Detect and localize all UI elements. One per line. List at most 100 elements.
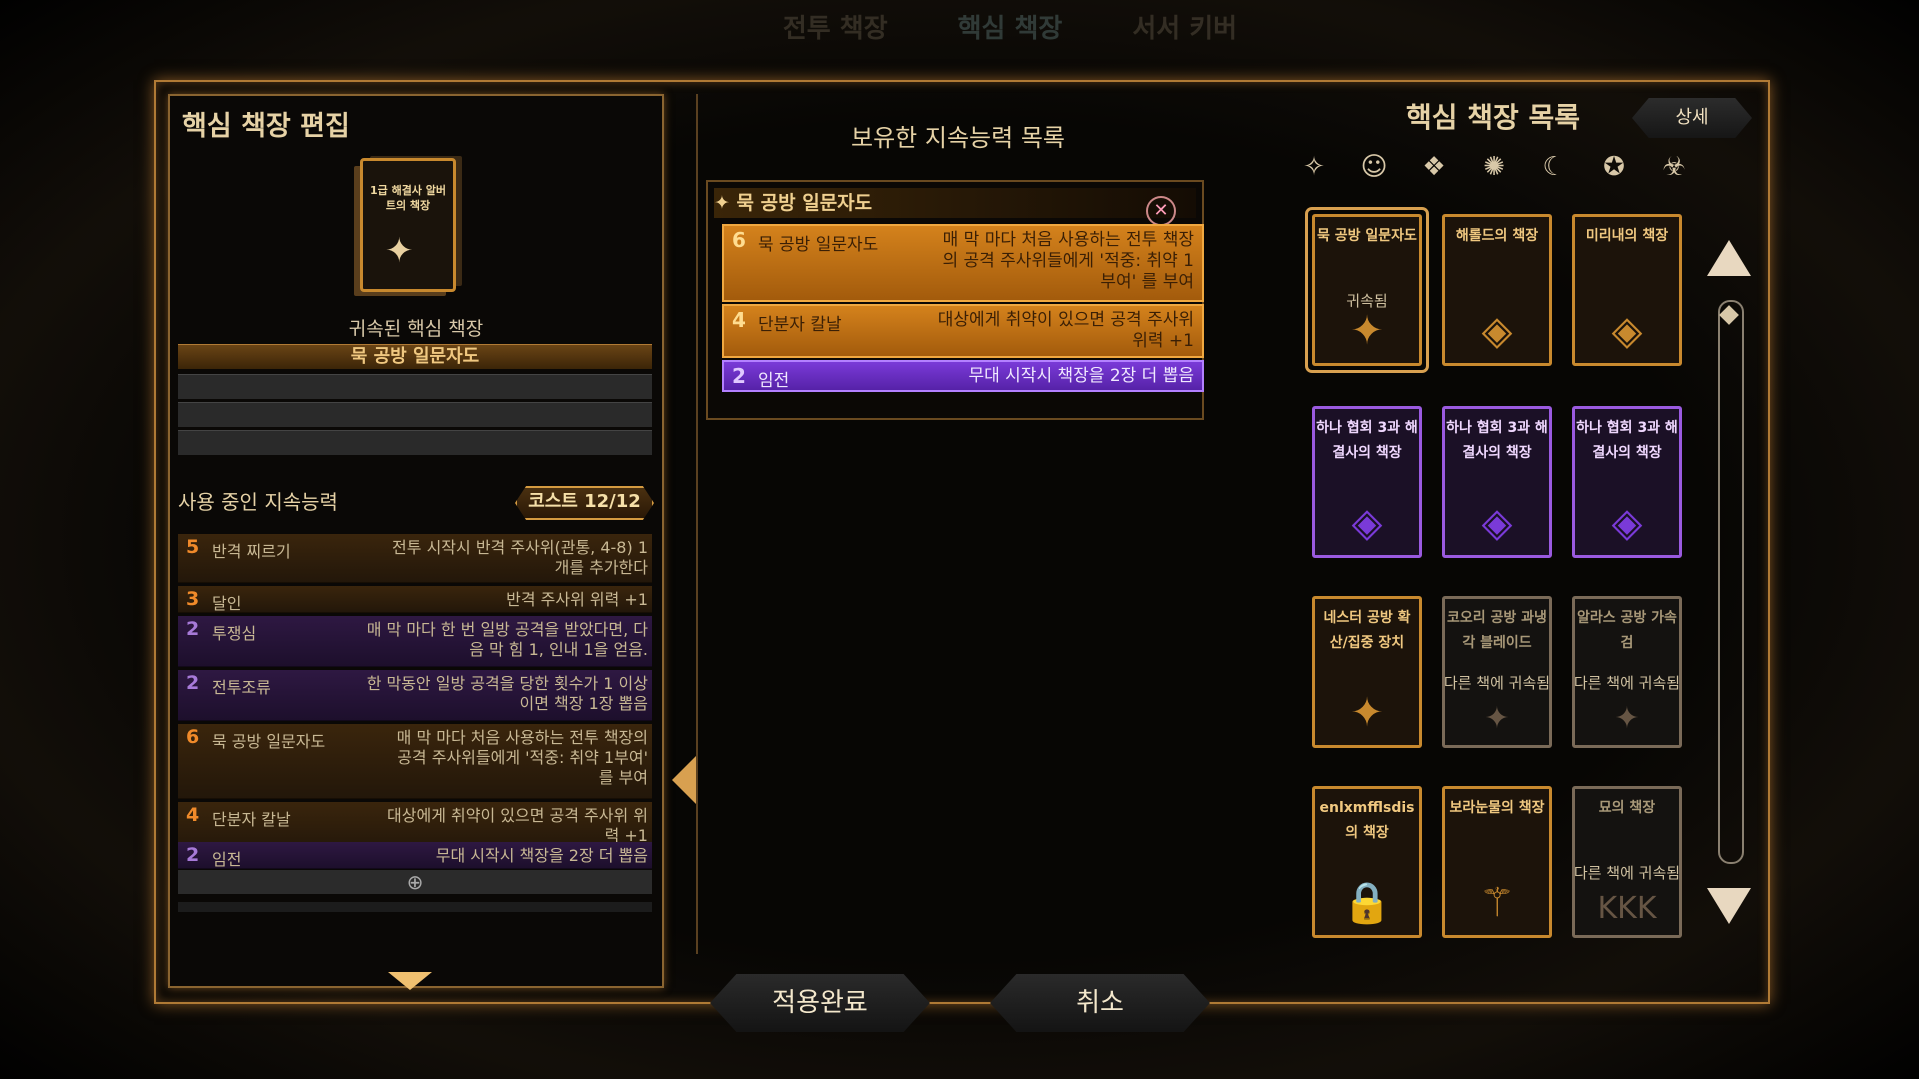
owned-ability-group: ✦ 묵 공방 일문자도 ✕ 6 묵 공방 일문자도 매 막 마다 처음 사용하는…	[706, 180, 1204, 420]
ability-desc: 한 막동안 일방 공격을 당한 횟수가 1 이상이면 책장 1장 뽑음	[366, 674, 648, 713]
ability-cost: 2	[186, 618, 200, 640]
owned-ability-row[interactable]: 4 단분자 칼날 대상에게 취약이 있으면 공격 주사위 위력 +1	[722, 304, 1204, 358]
key-page-card[interactable]: 코오리 공방 과냉각 블레이드 다른 책에 귀속됨 ✦	[1438, 592, 1556, 752]
filter-icon[interactable]: ✧	[1294, 150, 1334, 184]
ability-row[interactable]: 2 투쟁심 매 막 마다 한 번 일방 공격을 받았다면, 다음 막 힘 1, …	[178, 616, 652, 667]
card-emblem-icon: ✦	[1350, 308, 1384, 354]
sun-emblem-icon: ✦	[714, 192, 737, 214]
filter-icon[interactable]: ✺	[1474, 150, 1514, 184]
ability-cost: 2	[732, 364, 746, 388]
ability-desc: 무대 시작시 책장을 2장 더 뽑음	[435, 846, 648, 865]
key-page-card[interactable]: 알라스 공방 가속검 다른 책에 귀속됨 ✦	[1568, 592, 1686, 752]
key-page-card[interactable]: 하나 협회 3과 해결사의 책장 ◈	[1568, 402, 1686, 562]
key-page-card[interactable]: 묘의 책장 다른 책에 귀속됨 KKK	[1568, 782, 1686, 942]
book-emblem-icon: ✦	[385, 231, 414, 271]
ability-row[interactable]: 6 묵 공방 일문자도 매 막 마다 처음 사용하는 전투 책장의 공격 주사위…	[178, 724, 652, 799]
attached-key-page-label: 귀속된 핵심 책장	[348, 318, 484, 340]
owned-ability-row[interactable]: 6 묵 공방 일문자도 매 막 마다 처음 사용하는 전투 책장의 공격 주사위…	[722, 224, 1204, 302]
card-emblem-icon: KKK	[1597, 891, 1657, 926]
card-title: 하나 협회 3과 해결사의 책장	[1576, 420, 1678, 461]
detail-button[interactable]: 상세	[1632, 98, 1752, 138]
ability-cost: 5	[186, 536, 200, 558]
ability-cost: 4	[732, 308, 746, 332]
card-title: 하나 협회 3과 해결사의 책장	[1316, 420, 1418, 461]
key-page-card[interactable]: 해롤드의 책장 ◈	[1438, 210, 1556, 370]
cost-badge: 코스트 12/12	[515, 486, 654, 520]
card-title: 하나 협회 3과 해결사의 책장	[1446, 420, 1548, 461]
scroll-up-arrow-icon[interactable]	[1707, 240, 1751, 276]
key-page-card[interactable]: 보라눈물의 책장 ⚚	[1438, 782, 1556, 942]
key-page-card[interactable]: enlxmfflsdis의 책장 🔒	[1308, 782, 1426, 942]
scroll-down-arrow-icon[interactable]	[388, 972, 432, 990]
ability-desc: 매 막 마다 한 번 일방 공격을 받았다면, 다음 막 힘 1, 인내 1을 …	[366, 620, 648, 659]
close-icon[interactable]: ✕	[1146, 196, 1176, 226]
filter-icon[interactable]: ☣	[1654, 150, 1694, 184]
ability-row[interactable]: 3 달인 반격 주사위 위력 +1	[178, 586, 652, 613]
ability-name: 투쟁심	[212, 624, 257, 643]
ability-cost: 3	[186, 588, 200, 610]
key-page-card[interactable]: 하나 협회 3과 해결사의 책장 ◈	[1438, 402, 1556, 562]
tab-other[interactable]: 서서 키버	[1132, 8, 1237, 52]
ability-row[interactable]: 2 임전 무대 시작시 책장을 2장 더 뽑음	[178, 842, 652, 869]
ability-name: 전투조류	[212, 678, 271, 697]
group-name: 묵 공방 일문자도	[736, 192, 873, 214]
card-emblem-icon: 🔒	[1342, 880, 1392, 926]
cancel-button[interactable]: 취소	[990, 974, 1210, 1032]
ability-name: 임전	[758, 371, 790, 391]
key-page-card[interactable]: 묵 공방 일문자도 귀속됨 ✦	[1308, 210, 1426, 370]
ability-desc: 대상에게 취약이 있으면 공격 주사위 위력 +1	[937, 310, 1194, 351]
empty-slot	[178, 902, 652, 912]
group-header: ✦ 묵 공방 일문자도 ✕	[714, 188, 1196, 226]
card-title: 해롤드의 책장	[1455, 228, 1539, 244]
ability-name: 단분자 칼날	[758, 315, 842, 335]
filter-icon[interactable]: ❖	[1414, 150, 1454, 184]
ability-name: 임전	[212, 850, 242, 869]
card-emblem-icon: ◈	[1481, 500, 1513, 546]
scrollbar[interactable]	[1718, 300, 1744, 864]
panel-title: 핵심 책장 편집	[182, 111, 350, 142]
attached-key-page-slot[interactable]: 묵 공방 일문자도	[178, 344, 652, 369]
scroll-down-arrow-icon[interactable]	[1707, 888, 1751, 924]
ability-desc: 전투 시작시 반격 주사위(관통, 4-8) 1개를 추가한다	[392, 538, 648, 577]
card-emblem-icon: ⚚	[1479, 880, 1515, 926]
card-emblem-icon: ✦	[1614, 701, 1640, 736]
key-page-edit-panel: 핵심 책장 편집 1급 해결사 알버트의 책장 ✦ 귀속된 핵심 책장 묵 공방…	[168, 94, 664, 990]
owned-ability-row[interactable]: 2 임전 무대 시작시 책장을 2장 더 뽑음	[722, 360, 1204, 392]
add-ability-button[interactable]: ⊕	[178, 870, 652, 894]
tab-battle-pages[interactable]: 전투 책장	[783, 8, 888, 52]
collapse-arrow-icon[interactable]	[672, 756, 696, 804]
key-page-card[interactable]: 하나 협회 3과 해결사의 책장 ◈	[1308, 402, 1426, 562]
filter-icon[interactable]: ☾	[1534, 150, 1574, 184]
card-emblem-icon: ◈	[1481, 308, 1513, 354]
card-emblem-icon: ✦	[1350, 690, 1384, 736]
ability-row[interactable]: 2 전투조류 한 막동안 일방 공격을 당한 횟수가 1 이상이면 책장 1장 …	[178, 670, 652, 721]
apply-button[interactable]: 적용완료	[710, 974, 930, 1032]
empty-slot[interactable]	[178, 402, 652, 427]
ability-row[interactable]: 5 반격 찌르기 전투 시작시 반격 주사위(관통, 4-8) 1개를 추가한다	[178, 534, 652, 583]
card-title: 묘의 책장	[1598, 800, 1656, 816]
owned-abilities-title: 보유한 지속능력 목록	[851, 124, 1065, 152]
card-title: 알라스 공방 가속검	[1577, 610, 1677, 651]
ability-name: 묵 공방 일문자도	[212, 732, 326, 751]
owned-abilities-panel: 보유한 지속능력 목록 ✦ 묵 공방 일문자도 ✕ 6 묵 공방 일문자도 매 …	[696, 94, 1218, 954]
filter-icon[interactable]: ☺	[1354, 150, 1394, 184]
card-title: enlxmfflsdis의 책장	[1319, 800, 1415, 841]
key-page-card[interactable]: 미리내의 책장 ◈	[1568, 210, 1686, 370]
ability-cost: 4	[186, 804, 200, 826]
key-page-list-title: 핵심 책장 목록	[1406, 101, 1581, 134]
plus-icon: ⊕	[406, 870, 424, 894]
empty-slot[interactable]	[178, 430, 652, 455]
ability-desc: 반격 주사위 위력 +1	[506, 590, 648, 609]
card-title: 코오리 공방 과냉각 블레이드	[1447, 610, 1547, 651]
card-emblem-icon: ◈	[1611, 500, 1643, 546]
card-emblem-icon: ◈	[1351, 500, 1383, 546]
filter-icon[interactable]: ✪	[1594, 150, 1634, 184]
ability-desc: 매 막 마다 처음 사용하는 전투 책장의 공격 주사위들에게 '적중: 취약 …	[942, 230, 1194, 292]
empty-slot[interactable]	[178, 374, 652, 399]
card-title: 묵 공방 일문자도	[1317, 228, 1417, 244]
tab-key-pages[interactable]: 핵심 책장	[958, 8, 1063, 52]
key-page-card[interactable]: 네스터 공방 확산/집중 장치 ✦	[1308, 592, 1426, 752]
ability-desc: 대상에게 취약이 있으면 공격 주사위 위력 +1	[387, 806, 648, 845]
ability-name: 달인	[212, 594, 242, 613]
ability-cost: 2	[186, 844, 200, 866]
